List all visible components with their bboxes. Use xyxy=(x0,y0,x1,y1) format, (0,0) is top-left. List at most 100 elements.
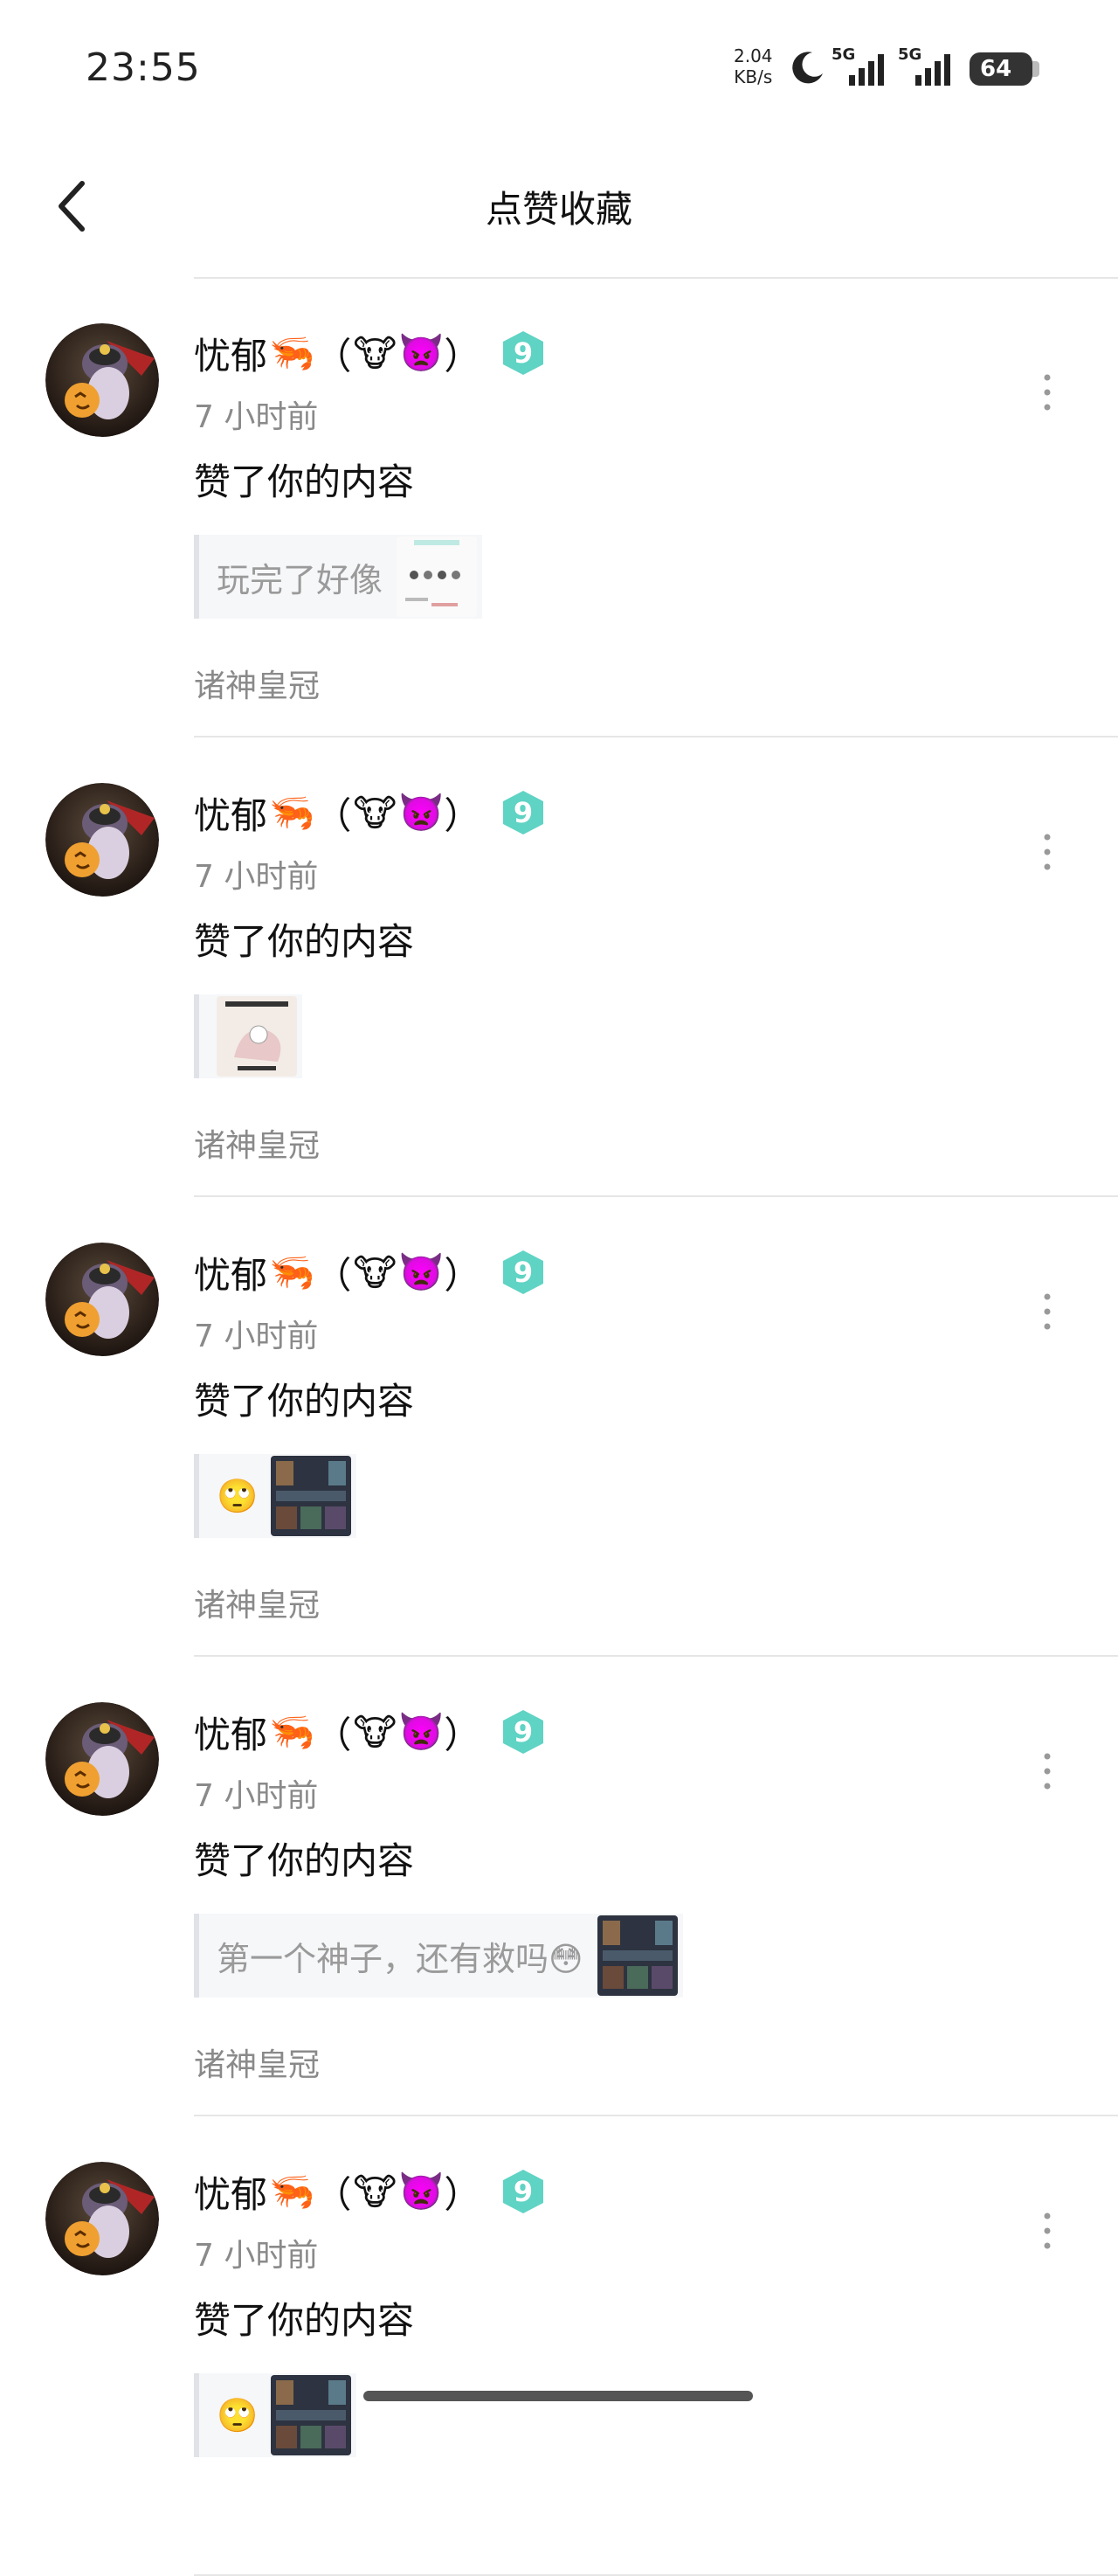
name-emoji: 🦐 xyxy=(269,791,315,834)
name-emoji: 🐮 xyxy=(353,331,397,375)
game-screenshot-thumbnail[interactable] xyxy=(271,1456,351,1536)
name-emoji: 🐮 xyxy=(353,1250,397,1294)
game-screenshot-thumbnail[interactable] xyxy=(597,1915,678,1996)
name-paren-open: （ xyxy=(314,334,352,377)
more-options-icon[interactable] xyxy=(1034,2200,1060,2261)
more-options-icon[interactable] xyxy=(1034,1741,1060,1802)
moon-icon xyxy=(792,52,823,84)
avatar[interactable] xyxy=(45,1243,159,1356)
avatar[interactable] xyxy=(45,2162,159,2275)
status-bar: 23:55 2.04 KB/s 5G 5G 64 xyxy=(0,0,1118,140)
quote-text: 第一个神子，还有救吗😳 xyxy=(217,1939,583,1978)
more-options-icon[interactable] xyxy=(1034,1281,1060,1342)
game-screenshot-thumbnail[interactable] xyxy=(271,2375,351,2455)
name-emoji: 🐮 xyxy=(353,2170,397,2213)
net-speed-value: 2.04 xyxy=(734,45,773,66)
screenshot-thumbnail[interactable] xyxy=(397,537,478,617)
notification-item[interactable]: 忧郁 🦐 （ 🐮 👿 ） 9 7 小时前 赞了你的内容 第一个神子，还有救吗😳 … xyxy=(0,1657,1118,2116)
meme-thumbnail[interactable] xyxy=(217,996,297,1077)
name-emoji: 🦐 xyxy=(269,1710,315,1753)
action-text: 赞了你的内容 xyxy=(194,2299,415,2342)
name-emoji: 🐮 xyxy=(353,791,397,834)
notification-item[interactable]: 忧郁 🦐 （ 🐮 👿 ） 9 7 小时前 赞了你的内容 诸神皇冠 xyxy=(0,737,1118,1197)
svg-text:9: 9 xyxy=(514,2175,533,2208)
name-emoji: 🦐 xyxy=(269,2170,315,2212)
name-paren-close: ） xyxy=(444,793,481,837)
quoted-content[interactable]: 玩完了好像 xyxy=(194,535,483,619)
notification-item[interactable]: 忧郁 🦐 （ 🐮 👿 ） 9 7 小时前 赞了你的内容 玩完了好像 诸神皇冠 xyxy=(0,278,1118,737)
username-row[interactable]: 忧郁 🦐 （ 🐮 👿 ） 9 xyxy=(194,1246,547,1298)
quoted-content[interactable]: 🙄 xyxy=(194,1454,356,1538)
signal-icon xyxy=(849,54,884,86)
name-emoji: 🦐 xyxy=(269,331,315,374)
name-paren-open: （ xyxy=(314,793,352,837)
action-text: 赞了你的内容 xyxy=(194,1839,415,1882)
nav-header: 点赞收藏 xyxy=(0,140,1118,279)
quoted-content[interactable] xyxy=(194,994,302,1078)
username[interactable]: 忧郁 xyxy=(194,2165,267,2219)
name-paren-close: ） xyxy=(444,2172,481,2216)
name-paren-open: （ xyxy=(314,1253,352,1297)
more-options-icon[interactable] xyxy=(1034,821,1060,883)
source-label[interactable]: 诸神皇冠 xyxy=(194,2039,320,2085)
username-row[interactable]: 忧郁 🦐 （ 🐮 👿 ） 9 xyxy=(194,1706,547,1758)
username-row[interactable]: 忧郁 🦐 （ 🐮 👿 ） 9 xyxy=(194,2165,547,2218)
emoji-icon: 🙄 xyxy=(217,2396,259,2434)
username[interactable]: 忧郁 xyxy=(194,786,267,840)
username-row[interactable]: 忧郁 🦐 （ 🐮 👿 ） 9 xyxy=(194,327,547,379)
notification-list: 忧郁 🦐 （ 🐮 👿 ） 9 7 小时前 赞了你的内容 玩完了好像 诸神皇冠 忧… xyxy=(0,278,1118,2576)
quoted-content[interactable]: 第一个神子，还有救吗😳 xyxy=(194,1914,683,1998)
svg-text:9: 9 xyxy=(514,1256,533,1289)
action-text: 赞了你的内容 xyxy=(194,460,415,503)
name-emoji: 👿 xyxy=(398,331,445,374)
status-time: 23:55 xyxy=(86,45,201,90)
source-label[interactable]: 诸神皇冠 xyxy=(194,661,320,706)
timestamp: 7 小时前 xyxy=(194,399,319,435)
name-emoji: 👿 xyxy=(398,2170,445,2212)
name-paren-close: ） xyxy=(444,1713,481,1756)
source-label[interactable]: 诸神皇冠 xyxy=(194,1580,320,1625)
timestamp: 7 小时前 xyxy=(194,2238,319,2274)
name-paren-open: （ xyxy=(314,1713,352,1756)
signal-icon xyxy=(915,54,950,86)
svg-text:9: 9 xyxy=(514,336,533,370)
level-badge-icon: 9 xyxy=(503,1250,544,1294)
username-row[interactable]: 忧郁 🦐 （ 🐮 👿 ） 9 xyxy=(194,786,547,839)
name-emoji: 👿 xyxy=(398,791,445,834)
notification-item[interactable]: 忧郁 🦐 （ 🐮 👿 ） 9 7 小时前 赞了你的内容 🙄 xyxy=(0,2116,1118,2576)
more-options-icon[interactable] xyxy=(1034,362,1060,423)
quote-text: 玩完了好像 xyxy=(217,560,383,599)
quoted-content[interactable]: 🙄 xyxy=(194,2373,356,2457)
name-emoji: 🦐 xyxy=(269,1250,315,1293)
level-badge-icon: 9 xyxy=(503,791,544,834)
name-paren-close: ） xyxy=(444,1253,481,1297)
level-badge-icon: 9 xyxy=(503,1710,544,1754)
battery-icon: 64 xyxy=(970,52,1032,86)
username[interactable]: 忧郁 xyxy=(194,1706,267,1759)
net-speed-unit: KB/s xyxy=(734,66,773,87)
emoji-icon: 🙄 xyxy=(217,1477,259,1515)
status-icons: 2.04 KB/s 5G 5G 64 xyxy=(716,42,1118,94)
username[interactable]: 忧郁 xyxy=(194,1246,267,1299)
username[interactable]: 忧郁 xyxy=(194,327,267,380)
svg-text:9: 9 xyxy=(514,1715,533,1748)
avatar[interactable] xyxy=(45,323,159,437)
net-speed: 2.04 KB/s xyxy=(734,45,773,87)
avatar[interactable] xyxy=(45,783,159,897)
level-badge-icon: 9 xyxy=(503,2170,544,2213)
notification-item[interactable]: 忧郁 🦐 （ 🐮 👿 ） 9 7 小时前 赞了你的内容 🙄 诸神皇冠 xyxy=(0,1197,1118,1657)
action-text: 赞了你的内容 xyxy=(194,920,415,963)
level-badge-icon: 9 xyxy=(503,331,544,375)
home-indicator[interactable] xyxy=(363,2391,753,2401)
timestamp: 7 小时前 xyxy=(194,1319,319,1354)
page-title: 点赞收藏 xyxy=(485,188,632,231)
timestamp: 7 小时前 xyxy=(194,1778,319,1814)
action-text: 赞了你的内容 xyxy=(194,1380,415,1423)
name-emoji: 👿 xyxy=(398,1710,445,1753)
timestamp: 7 小时前 xyxy=(194,859,319,895)
name-paren-close: ） xyxy=(444,334,481,377)
avatar[interactable] xyxy=(45,1702,159,1816)
name-paren-open: （ xyxy=(314,2172,352,2216)
name-emoji: 🐮 xyxy=(353,1710,397,1754)
source-label[interactable]: 诸神皇冠 xyxy=(194,1120,320,1166)
